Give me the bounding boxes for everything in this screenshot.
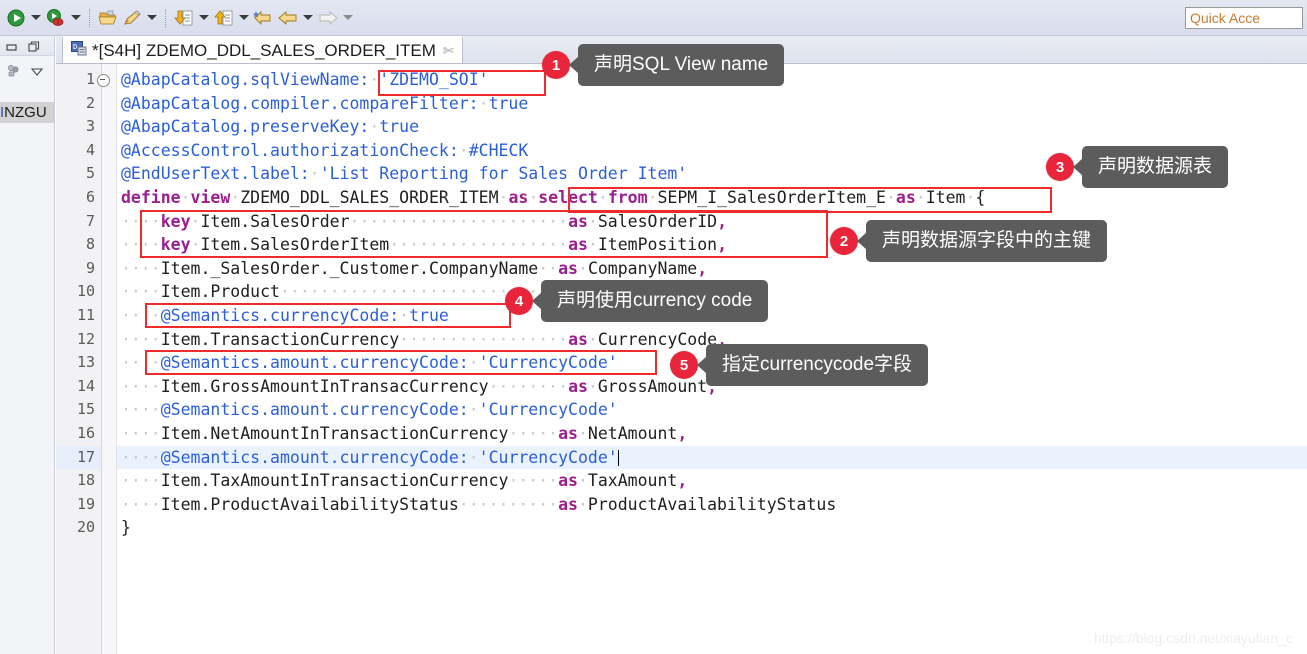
code-line[interactable]: ····@Semantics.amount.currencyCode:·'Cur… xyxy=(117,398,1307,422)
collapsed-view-rail: INZGU xyxy=(0,36,55,654)
line-number: 8 xyxy=(85,235,95,254)
line-number: 6 xyxy=(85,187,95,206)
line-number: 12 xyxy=(76,329,95,348)
line-number: 2 xyxy=(85,93,95,112)
rail-toolbar xyxy=(0,56,54,84)
eclipse-adt-window: Quick Acce INZGU D *[S4H] ZDEMO_DDL_SALE… xyxy=(0,0,1307,654)
callout-3: 3 声明数据源表 xyxy=(1046,146,1229,188)
toolbar-separator xyxy=(89,8,91,27)
line-number: 16 xyxy=(76,423,95,442)
code-line[interactable]: @AbapCatalog.preserveKey:·true xyxy=(117,115,1307,139)
close-icon[interactable]: ✄ xyxy=(443,43,454,59)
line-number: 15 xyxy=(76,400,95,419)
svg-text:D: D xyxy=(73,43,77,51)
callout-2-badge: 2 xyxy=(830,227,858,255)
line-number: 19 xyxy=(76,494,95,513)
line-number-gutter: 1 2 3 4 5 6 7 8 9 10 11 12 13 14 15 16 17 18 19 20 xyxy=(56,64,110,654)
callout-1-badge: 1 xyxy=(542,51,570,79)
code-line[interactable]: } xyxy=(117,516,1307,540)
pencil-dropdown-arrow[interactable] xyxy=(144,6,160,30)
callout-4: 4 声明使用currency code xyxy=(505,280,769,322)
collapsed-view-label-rest: NZGU xyxy=(4,104,47,121)
maximize-icon[interactable] xyxy=(28,40,40,52)
line-number: 5 xyxy=(85,164,95,183)
open-folder-icon[interactable] xyxy=(96,6,120,30)
callout-1-text: 声明SQL View name xyxy=(578,44,785,86)
line-number: 4 xyxy=(85,140,95,159)
view-menu-chevron-icon[interactable] xyxy=(30,64,44,76)
line-number: 7 xyxy=(85,211,95,230)
collapsed-view-label[interactable]: INZGU xyxy=(0,102,54,123)
back-dropdown-arrow[interactable] xyxy=(300,6,316,30)
debug-icon[interactable] xyxy=(44,6,68,30)
quick-access-input[interactable]: Quick Acce xyxy=(1185,6,1303,29)
code-line[interactable]: ····@Semantics.amount.currencyCode:·'Cur… xyxy=(117,445,1307,470)
callout-4-badge: 4 xyxy=(505,287,533,315)
run-dropdown-arrow[interactable] xyxy=(28,6,44,30)
line-number: 1 xyxy=(56,68,110,92)
code-line[interactable]: ····Item.ProductAvailabilityStatus······… xyxy=(117,493,1307,517)
back-arrow-icon[interactable] xyxy=(276,6,300,30)
watermark: https://blog.csdn.net/xiayutian_c xyxy=(1093,630,1293,646)
callout-3-text: 声明数据源表 xyxy=(1082,146,1229,188)
line-number: 18 xyxy=(76,471,95,490)
main-toolbar: Quick Acce xyxy=(0,0,1307,36)
callout-5-badge: 5 xyxy=(670,351,698,379)
text-caret xyxy=(617,449,619,466)
import-download-icon[interactable] xyxy=(172,6,196,30)
export-upload-icon[interactable] xyxy=(212,6,236,30)
debug-dropdown-arrow[interactable] xyxy=(68,6,84,30)
callout-5-text: 指定currencycode字段 xyxy=(706,344,929,386)
line-number: 11 xyxy=(76,305,95,324)
code-line[interactable]: ····Item._SalesOrder._Customer.CompanyNa… xyxy=(117,257,1307,281)
code-line[interactable]: ····Item.TaxAmountInTransactionCurrency·… xyxy=(117,469,1307,493)
code-line[interactable]: @AbapCatalog.compiler.compareFilter:·tru… xyxy=(117,92,1307,116)
callout-4-text: 声明使用currency code xyxy=(541,280,769,322)
ddl-source-icon: D xyxy=(71,40,87,61)
line-number: 17 xyxy=(56,445,101,470)
toolbar-separator xyxy=(165,8,167,27)
line-number: 20 xyxy=(76,518,95,537)
line-number: 9 xyxy=(85,258,95,277)
code-line[interactable]: define·view·ZDEMO_DDL_SALES_ORDER_ITEM·a… xyxy=(117,186,1307,210)
rail-window-controls xyxy=(0,36,54,56)
group-objects-icon[interactable] xyxy=(6,64,19,77)
fold-collapse-icon[interactable] xyxy=(97,74,110,87)
line-number: 3 xyxy=(85,117,95,136)
callout-1: 1 声明SQL View name xyxy=(542,44,785,86)
line-number: 10 xyxy=(76,282,95,301)
callout-2-text: 声明数据源字段中的主键 xyxy=(866,220,1108,262)
code-line[interactable]: ····key·Item.SalesOrderItem·············… xyxy=(117,233,1307,257)
folding-strip[interactable] xyxy=(102,64,117,654)
editor-tab-active[interactable]: D *[S4H] ZDEMO_DDL_SALES_ORDER_ITEM ✄ xyxy=(62,36,463,63)
restore-icon[interactable] xyxy=(6,40,18,52)
run-icon[interactable] xyxy=(4,6,28,30)
pencil-icon[interactable] xyxy=(120,6,144,30)
line-number: 13 xyxy=(76,353,95,372)
code-line[interactable]: ····key·Item.SalesOrder·················… xyxy=(117,210,1307,234)
forward-arrow-icon[interactable] xyxy=(316,6,340,30)
callout-3-badge: 3 xyxy=(1046,153,1074,181)
line-number: 14 xyxy=(76,376,95,395)
code-line[interactable]: ····Item.NetAmountInTransactionCurrency·… xyxy=(117,422,1307,446)
editor-tab-title: *[S4H] ZDEMO_DDL_SALES_ORDER_ITEM xyxy=(92,40,436,60)
export-dropdown-arrow[interactable] xyxy=(236,6,252,30)
forward-dropdown-arrow[interactable] xyxy=(340,6,356,30)
callout-2: 2 声明数据源字段中的主键 xyxy=(830,220,1108,262)
import-dropdown-arrow[interactable] xyxy=(196,6,212,30)
back-with-star-icon[interactable] xyxy=(252,6,276,30)
callout-5: 5 指定currencycode字段 xyxy=(670,344,929,386)
